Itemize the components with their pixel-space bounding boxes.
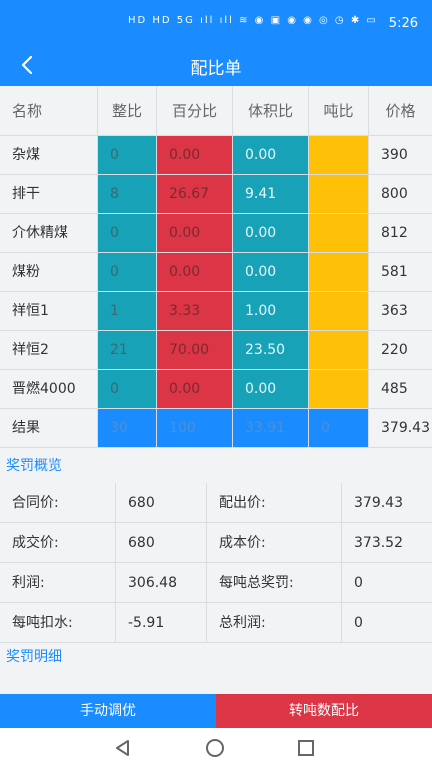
- header-name: 名称: [0, 86, 98, 136]
- price-value: 485: [369, 370, 432, 409]
- table-header-row: 名称 整比 百分比 体积比 吨比 价格: [0, 86, 432, 136]
- ton-value: [309, 370, 369, 409]
- table-row: 介休精煤 0 0.00 0.00 812: [0, 214, 432, 253]
- coal-name: 晋燃4000: [0, 370, 98, 409]
- table-row: 祥恒2 21 70.00 23.50 220: [0, 331, 432, 370]
- app-bar: 配比单: [0, 44, 432, 86]
- percent-value: 0.00: [157, 136, 233, 175]
- table-row: 晋燃4000 0 0.00 0.00 485: [0, 370, 432, 409]
- coal-name: 排干: [0, 175, 98, 214]
- percent-value: 26.67: [157, 175, 233, 214]
- price-value: 812: [369, 214, 432, 253]
- result-price: 379.43: [369, 409, 432, 448]
- summary-row: 每吨扣水: -5.91 总利润: 0: [0, 603, 432, 643]
- result-row: 结果 30 100 33.91 0 379.43: [0, 409, 432, 448]
- volume-value: 23.50: [233, 331, 309, 370]
- manual-tune-button[interactable]: 手动调优: [0, 694, 216, 728]
- header-price: 价格: [369, 86, 432, 136]
- coal-name: 煤粉: [0, 253, 98, 292]
- summary-label: 总利润:: [207, 603, 342, 643]
- summary-label: 配出价:: [207, 483, 342, 523]
- summary-value: 680: [116, 523, 207, 563]
- result-label: 结果: [0, 409, 98, 448]
- summary-value: 306.48: [116, 563, 207, 603]
- summary-value: 379.43: [342, 483, 432, 523]
- nav-home-icon[interactable]: [206, 739, 224, 757]
- summary-label: 成交价:: [0, 523, 116, 563]
- ratio-input[interactable]: 0: [98, 214, 157, 253]
- table-row: 杂煤 0 0.00 0.00 390: [0, 136, 432, 175]
- volume-value: 0.00: [233, 253, 309, 292]
- percent-value: 70.00: [157, 331, 233, 370]
- header-ton: 吨比: [309, 86, 369, 136]
- coal-name: 祥恒1: [0, 292, 98, 331]
- ton-value: [309, 214, 369, 253]
- result-ton: 0: [309, 409, 369, 448]
- percent-value: 0.00: [157, 253, 233, 292]
- volume-value: 9.41: [233, 175, 309, 214]
- section-overview-title: 奖罚概览: [6, 458, 62, 474]
- summary-value: 680: [116, 483, 207, 523]
- summary-label: 每吨扣水:: [0, 603, 116, 643]
- summary-value: 0: [342, 563, 432, 603]
- header-ratio: 整比: [98, 86, 157, 136]
- ratio-input[interactable]: 8: [98, 175, 157, 214]
- page-title: 配比单: [190, 59, 242, 79]
- summary-value: 0: [342, 603, 432, 643]
- ton-value: [309, 175, 369, 214]
- price-value: 363: [369, 292, 432, 331]
- coal-name: 介休精煤: [0, 214, 98, 253]
- volume-value: 0.00: [233, 214, 309, 253]
- result-ratio: 30: [98, 409, 157, 448]
- status-bar: HD HD 5G ıll ıll ≋ ◉ ▣ ◉ ◉ ◎ ◷ ✱ ▭ 5:26: [0, 0, 432, 44]
- header-volume: 体积比: [233, 86, 309, 136]
- table-row: 祥恒1 1 3.33 1.00 363: [0, 292, 432, 331]
- price-value: 800: [369, 175, 432, 214]
- price-value: 220: [369, 331, 432, 370]
- result-volume: 33.91: [233, 409, 309, 448]
- volume-value: 0.00: [233, 136, 309, 175]
- ratio-input[interactable]: 0: [98, 370, 157, 409]
- summary-row: 利润: 306.48 每吨总奖罚: 0: [0, 563, 432, 603]
- section-details-title[interactable]: 奖罚明细: [0, 640, 432, 674]
- status-icons: HD HD 5G ıll ıll ≋ ◉ ▣ ◉ ◉ ◎ ◷ ✱ ▭: [128, 15, 378, 26]
- coal-name: 祥恒2: [0, 331, 98, 370]
- nav-recent-apps-icon[interactable]: [298, 740, 314, 756]
- summary-value: -5.91: [116, 603, 207, 643]
- ton-value: [309, 331, 369, 370]
- bottom-action-bar: 手动调优 转吨数配比: [0, 694, 432, 728]
- summary-row: 合同价: 680 配出价: 379.43: [0, 483, 432, 523]
- summary-label: 成本价:: [207, 523, 342, 563]
- ton-value: [309, 253, 369, 292]
- summary-label: 利润:: [0, 563, 116, 603]
- header-percent: 百分比: [157, 86, 233, 136]
- ton-value: [309, 136, 369, 175]
- volume-value: 1.00: [233, 292, 309, 331]
- status-time: 5:26: [388, 16, 418, 31]
- summary-label: 每吨总奖罚:: [207, 563, 342, 603]
- system-nav-bar: [0, 728, 432, 768]
- price-value: 390: [369, 136, 432, 175]
- volume-value: 0.00: [233, 370, 309, 409]
- percent-value: 3.33: [157, 292, 233, 331]
- ratio-input[interactable]: 0: [98, 136, 157, 175]
- percent-value: 0.00: [157, 370, 233, 409]
- ton-value: [309, 292, 369, 331]
- summary-value: 373.52: [342, 523, 432, 563]
- table-row: 排干 8 26.67 9.41 800: [0, 175, 432, 214]
- summary-row: 成交价: 680 成本价: 373.52: [0, 523, 432, 563]
- result-percent: 100: [157, 409, 233, 448]
- percent-value: 0.00: [157, 214, 233, 253]
- summary-label: 合同价:: [0, 483, 116, 523]
- ratio-input[interactable]: 1: [98, 292, 157, 331]
- coal-name: 杂煤: [0, 136, 98, 175]
- nav-back-icon[interactable]: [114, 739, 132, 757]
- ratio-input[interactable]: 0: [98, 253, 157, 292]
- price-value: 581: [369, 253, 432, 292]
- table-row: 煤粉 0 0.00 0.00 581: [0, 253, 432, 292]
- convert-ton-ratio-button[interactable]: 转吨数配比: [216, 694, 432, 728]
- ratio-input[interactable]: 21: [98, 331, 157, 370]
